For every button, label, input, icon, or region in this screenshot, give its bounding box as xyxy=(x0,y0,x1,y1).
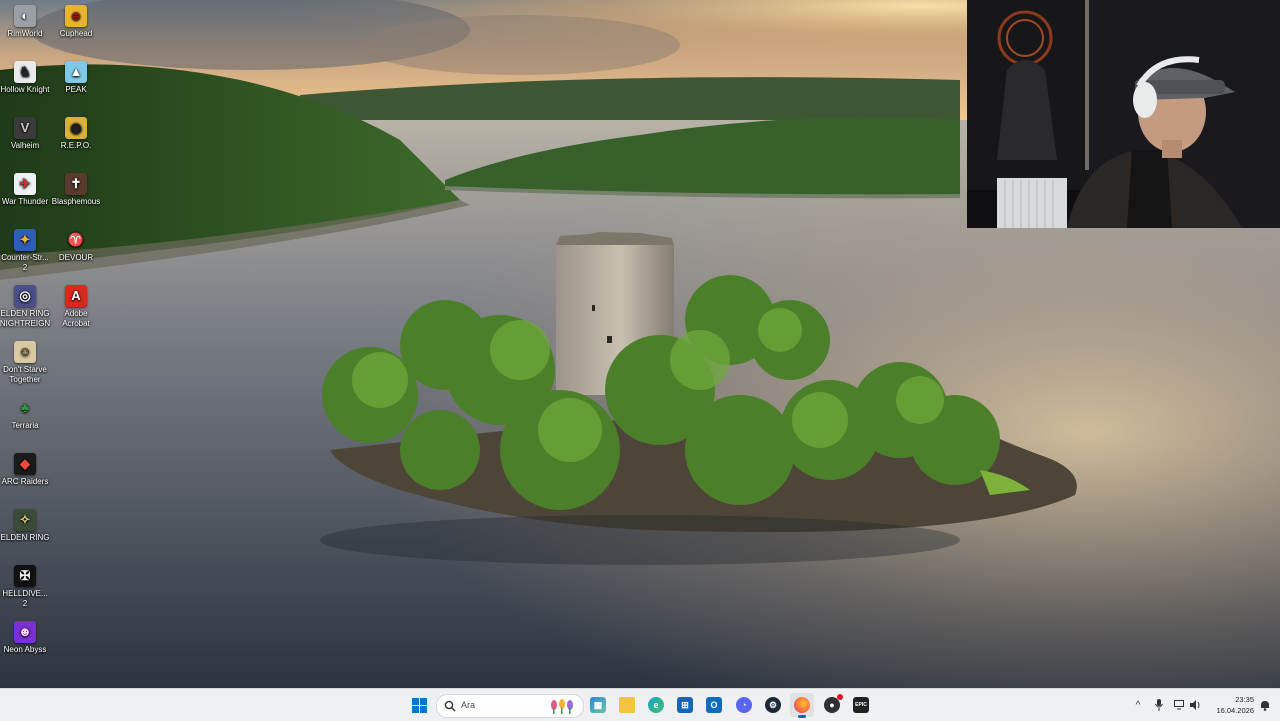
desktop-icon-hollow-knight[interactable]: ♞ Hollow Knight xyxy=(0,58,51,95)
desktop-icon-elden-ring[interactable]: ✧ ELDEN RING xyxy=(0,506,51,543)
desktop-icon-label: Valheim xyxy=(10,141,40,150)
desktop-icon-neon-abyss[interactable]: ☻ Neon Abyss xyxy=(0,618,51,655)
desktop-icon-label: Blasphemous xyxy=(51,197,101,206)
network-icon[interactable] xyxy=(1173,698,1187,712)
neon-abyss-icon: ☻ xyxy=(14,621,36,643)
desktop-icon-label: ARC Raiders xyxy=(1,477,49,486)
taskbar-search-box[interactable]: Ara xyxy=(436,694,584,718)
desktop-icon-label: Don't Starve Together xyxy=(3,365,47,384)
start-button[interactable] xyxy=(407,693,431,717)
search-placeholder: Ara xyxy=(461,700,476,710)
desktop-icon-label: Counter-Str... 2 xyxy=(1,253,49,272)
file-explorer-button[interactable] xyxy=(615,693,639,717)
volume-icon[interactable] xyxy=(1189,698,1203,712)
desktop-icon-valheim[interactable]: V Valheim xyxy=(0,114,51,151)
epic-games-button[interactable]: EPIC xyxy=(849,693,873,717)
peak-icon: ▲ xyxy=(65,61,87,83)
desktop-icon-cuphead[interactable]: ☻ Cuphead xyxy=(50,2,102,39)
firefox-icon xyxy=(794,697,810,713)
desktop-icon-label: War Thunder xyxy=(1,197,49,206)
desktop-icon-label: PEAK xyxy=(65,85,87,94)
desktop-icon-label: RimWorld xyxy=(7,29,43,38)
elden-ring-nightreign-icon: ◎ xyxy=(14,285,36,307)
store-icon: ⊞ xyxy=(677,697,693,713)
firefox-button[interactable] xyxy=(790,693,814,718)
outlook-icon: O xyxy=(706,697,722,713)
discord-button[interactable]: ◔ xyxy=(732,693,756,717)
desktop-icon-peak[interactable]: ▲ PEAK xyxy=(50,58,102,95)
counter-strike-icon: ✦ xyxy=(14,229,36,251)
desktop-icon-blasphemous[interactable]: ✝ Blasphemous xyxy=(50,170,102,207)
desktop-icon-war-thunder[interactable]: ✈ War Thunder xyxy=(0,170,51,207)
desktop-icon-label: ELDEN RING xyxy=(0,533,50,542)
clock[interactable]: 23:35 16.04.2026 xyxy=(1206,694,1254,716)
war-thunder-icon: ✈ xyxy=(14,173,36,195)
widgets-button[interactable]: ▦ xyxy=(586,693,610,717)
webcam-feed-image xyxy=(967,0,1280,228)
windows-logo-icon xyxy=(411,697,427,713)
hollow-knight-icon: ♞ xyxy=(14,61,36,83)
valheim-icon: V xyxy=(14,117,36,139)
blasphemous-icon: ✝ xyxy=(65,173,87,195)
epic-games-icon: EPIC xyxy=(853,697,869,713)
search-highlight-icon xyxy=(549,698,579,717)
edge-button[interactable]: e xyxy=(644,693,668,717)
desktop-icon-label: Hollow Knight xyxy=(0,85,50,94)
desktop-icon-adobe-acrobat[interactable]: A Adobe Acrobat xyxy=(50,282,102,329)
desktop-icon-elden-ring-nightreign[interactable]: ◎ ELDEN RING NIGHTREIGN xyxy=(0,282,51,329)
desktop-icon-arc-raiders[interactable]: ◆ ARC Raiders xyxy=(0,450,51,487)
taskbar: Ara ▦ e ⊞ O ◔ ⚙ ● EPIC ^ 23:35 16.04.202… xyxy=(0,688,1280,721)
desktop-icon-label: ELDEN RING NIGHTREIGN xyxy=(0,309,51,328)
clock-time: 23:35 xyxy=(1235,695,1254,704)
show-hidden-icons-chevron-icon[interactable]: ^ xyxy=(1131,698,1145,712)
desktop-icon-label: Terraria xyxy=(11,421,39,430)
desktop-icon-helldivers[interactable]: ✠ HELLDIVE... 2 xyxy=(0,562,51,609)
elden-ring-icon: ✧ xyxy=(14,509,36,531)
desktop-icon-counter-strike[interactable]: ✦ Counter-Str... 2 xyxy=(0,226,51,273)
terraria-icon: ♣ xyxy=(20,400,30,415)
desktop-icon-label: DEVOUR xyxy=(58,253,94,262)
folder-icon xyxy=(619,697,635,713)
desktop-icon-label: Cuphead xyxy=(59,29,93,38)
obs-button[interactable]: ● xyxy=(820,693,844,717)
desktop-icon-terraria[interactable]: ♣ Terraria xyxy=(0,394,51,431)
steam-icon: ⚙ xyxy=(765,697,781,713)
desktop-icon-rimworld[interactable]: ◐ RimWorld xyxy=(0,2,51,39)
rimworld-icon: ◐ xyxy=(14,5,36,27)
desktop-icon-label: R.E.P.O. xyxy=(60,141,92,150)
desktop-icon-dont-starve-together[interactable]: ☺ Don't Starve Together xyxy=(0,338,51,385)
adobe-acrobat-icon: A xyxy=(65,285,87,307)
steam-button[interactable]: ⚙ xyxy=(761,693,785,717)
desktop-icon-repo[interactable]: ◉ R.E.P.O. xyxy=(50,114,102,151)
widgets-icon: ▦ xyxy=(590,697,606,713)
microphone-icon[interactable] xyxy=(1152,698,1166,712)
outlook-button[interactable]: O xyxy=(702,693,726,717)
discord-icon: ◔ xyxy=(736,697,752,713)
arc-raiders-icon: ◆ xyxy=(14,453,36,475)
desktop-icon-label: Neon Abyss xyxy=(3,645,47,654)
notification-bell-icon[interactable] xyxy=(1258,698,1272,712)
microsoft-store-button[interactable]: ⊞ xyxy=(673,693,697,717)
search-icon xyxy=(444,699,456,717)
desktop-icon-label: Adobe Acrobat xyxy=(62,309,90,328)
dont-starve-icon: ☺ xyxy=(14,341,36,363)
edge-icon: e xyxy=(648,697,664,713)
cuphead-icon: ☻ xyxy=(65,5,87,27)
devour-icon: ♈ xyxy=(67,232,85,247)
clock-date: 16.04.2026 xyxy=(1216,706,1254,715)
webcam-overlay xyxy=(967,0,1280,228)
desktop-icon-label: HELLDIVE... 2 xyxy=(2,589,48,608)
repo-icon: ◉ xyxy=(65,117,87,139)
helldivers-icon: ✠ xyxy=(14,565,36,587)
desktop-icon-devour[interactable]: ♈ DEVOUR xyxy=(50,226,102,263)
obs-icon: ● xyxy=(824,694,843,713)
